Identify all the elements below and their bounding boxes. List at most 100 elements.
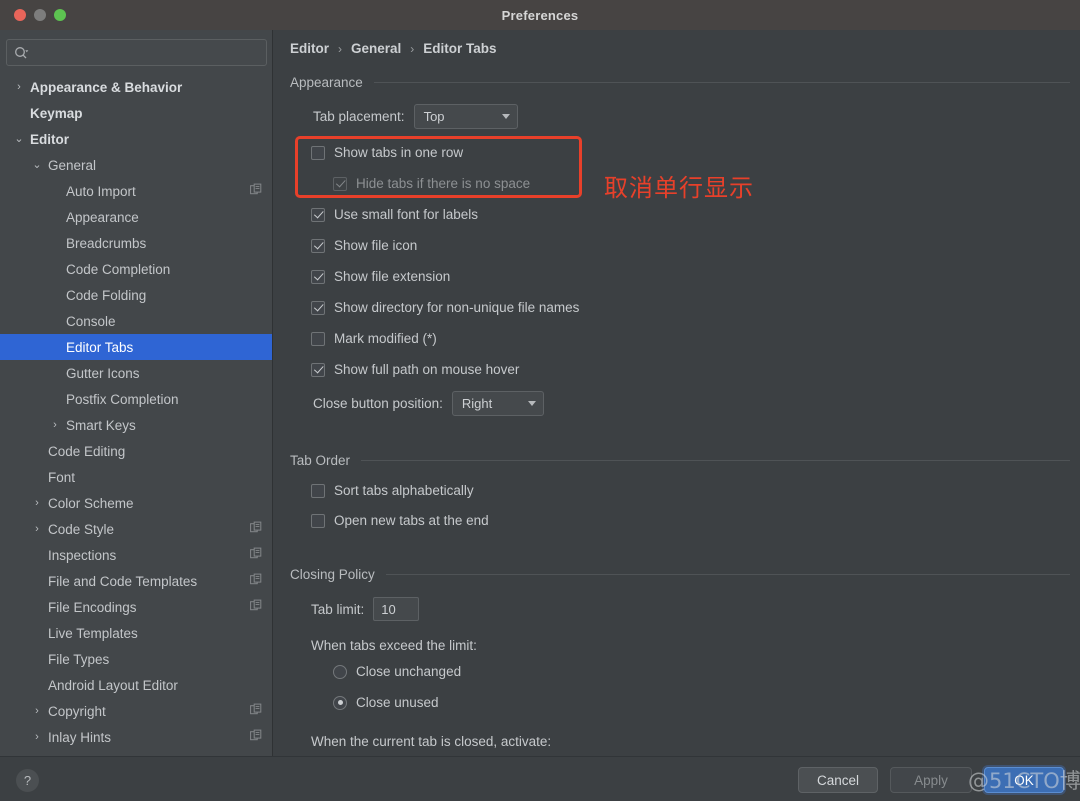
chevron-right-icon: › xyxy=(410,41,415,56)
sidebar-item-android-layout-editor[interactable]: Android Layout Editor xyxy=(0,672,273,698)
sidebar-item-copyright[interactable]: › Copyright xyxy=(0,698,273,724)
section-rule xyxy=(385,574,1070,575)
sidebar-item-inlay-hints[interactable]: › Inlay Hints xyxy=(0,724,273,750)
sidebar-item-code-editing[interactable]: Code Editing xyxy=(0,438,273,464)
section-rule xyxy=(361,460,1070,461)
checkbox-row-show-file-extension[interactable]: Show file extension xyxy=(311,269,450,284)
chevron-down-icon[interactable]: ⌄ xyxy=(30,159,44,171)
sidebar-item-gutter-icons[interactable]: Gutter Icons xyxy=(0,360,273,386)
checkbox-use-small-font-for-labels[interactable] xyxy=(311,207,325,222)
tab-placement-select[interactable]: Top xyxy=(413,104,518,129)
breadcrumb-item-editor[interactable]: Editor xyxy=(290,41,329,56)
checkbox-sort-tabs-alphabetically[interactable] xyxy=(311,483,325,498)
checkbox-row-show-directory-non-unique[interactable]: Show directory for non-unique file names xyxy=(311,300,579,315)
checkbox-row-show-tabs-in-one-row[interactable]: Show tabs in one row xyxy=(311,145,463,160)
chevron-right-icon: › xyxy=(338,41,342,56)
sidebar-item-label: Copyright xyxy=(48,703,106,719)
sidebar-item-label: File Encodings xyxy=(48,599,137,615)
search-input[interactable] xyxy=(34,45,259,60)
sidebar-item-file-encodings[interactable]: File Encodings xyxy=(0,594,273,620)
chevron-down-icon[interactable]: ⌄ xyxy=(12,133,26,145)
chevron-right-icon[interactable]: › xyxy=(30,705,44,717)
sidebar-item-editor-tabs[interactable]: Editor Tabs xyxy=(0,334,273,360)
chevron-right-icon[interactable]: › xyxy=(30,497,44,509)
sidebar-item-code-completion[interactable]: Code Completion xyxy=(0,256,273,282)
zoom-button[interactable] xyxy=(54,9,66,21)
checkbox-show-directory-for-non-unique-file-names[interactable] xyxy=(311,300,325,315)
checkbox-label: Show file icon xyxy=(334,238,418,253)
chevron-right-icon[interactable]: › xyxy=(48,419,62,431)
tab-limit-label: Tab limit: xyxy=(311,601,365,617)
sidebar-item-appearance[interactable]: Appearance xyxy=(0,204,273,230)
when-current-tab-closed-label-row: When the current tab is closed, activate… xyxy=(311,734,551,749)
sidebar-item-label: Android Layout Editor xyxy=(48,677,178,693)
sidebar-item-file-types[interactable]: File Types xyxy=(0,646,273,672)
checkbox-row-show-file-icon[interactable]: Show file icon xyxy=(311,238,417,253)
sidebar-item-live-templates[interactable]: Live Templates xyxy=(0,620,273,646)
sidebar-item-code-folding[interactable]: Code Folding xyxy=(0,282,273,308)
radio-close-unchanged[interactable] xyxy=(333,664,347,679)
sidebar-item-smart-keys[interactable]: › Smart Keys xyxy=(0,412,273,438)
ok-button[interactable]: OK xyxy=(984,767,1064,793)
radio-row-close-unused[interactable]: Close unused xyxy=(333,695,439,710)
sidebar-item-label: Editor Tabs xyxy=(66,339,134,355)
sidebar-item-keymap[interactable]: Keymap xyxy=(0,100,273,126)
sidebar-item-label: Code Folding xyxy=(66,287,147,303)
breadcrumb-item-general[interactable]: General xyxy=(351,41,401,56)
sidebar-item-appearance-behavior[interactable]: › Appearance & Behavior xyxy=(0,74,273,100)
sidebar-item-label: Live Templates xyxy=(48,625,138,641)
sidebar-item-label: Inlay Hints xyxy=(48,729,112,745)
checkbox-show-full-path-on-mouse-hover[interactable] xyxy=(311,362,325,377)
sidebar-item-breadcrumbs[interactable]: Breadcrumbs xyxy=(0,230,273,256)
sidebar-item-font[interactable]: Font xyxy=(0,464,273,490)
settings-sidebar[interactable]: › Appearance & Behavior Keymap ⌄ Editor ⌄ Gene… xyxy=(0,30,273,756)
sidebar-item-file-and-code-templates[interactable]: File and Code Templates xyxy=(0,568,273,594)
checkbox-label: Show full path on mouse hover xyxy=(334,362,520,377)
settings-tree[interactable]: › Appearance & Behavior Keymap ⌄ Editor ⌄ Gene… xyxy=(0,74,273,750)
sidebar-item-color-scheme[interactable]: › Color Scheme xyxy=(0,490,273,516)
close-button-position-select[interactable]: Right xyxy=(451,391,544,416)
sidebar-item-label: Color Scheme xyxy=(48,495,134,511)
checkbox-row-sort-tabs-alphabetically[interactable]: Sort tabs alphabetically xyxy=(311,483,474,498)
chevron-right-icon[interactable]: › xyxy=(30,523,44,535)
sidebar-item-label: Breadcrumbs xyxy=(66,235,147,251)
checkbox-show-file-icon[interactable] xyxy=(311,238,325,253)
tab-limit-input[interactable]: 10 xyxy=(373,597,420,621)
sidebar-item-label: Code Editing xyxy=(48,443,126,459)
sidebar-item-editor[interactable]: ⌄ Editor xyxy=(0,126,273,152)
radio-close-unused[interactable] xyxy=(333,695,347,710)
checkbox-row-show-full-path-on-hover[interactable]: Show full path on mouse hover xyxy=(311,362,519,377)
close-button[interactable] xyxy=(14,9,26,21)
checkbox-show-file-extension[interactable] xyxy=(311,269,325,284)
sidebar-item-code-style[interactable]: › Code Style xyxy=(0,516,273,542)
tab-placement-value: Top xyxy=(423,109,445,124)
sidebar-item-inspections[interactable]: Inspections xyxy=(0,542,273,568)
sidebar-item-general[interactable]: ⌄ General xyxy=(0,152,273,178)
section-tab-order-title: Tab Order xyxy=(290,453,351,468)
checkbox-row-use-small-font[interactable]: Use small font for labels xyxy=(311,207,478,222)
sidebar-item-auto-import[interactable]: Auto Import xyxy=(0,178,273,204)
sidebar-item-label: Smart Keys xyxy=(66,417,136,433)
cancel-button[interactable]: Cancel xyxy=(798,767,878,793)
chevron-right-icon[interactable]: › xyxy=(30,731,44,743)
minimize-button[interactable] xyxy=(34,9,46,21)
chevron-right-icon[interactable]: › xyxy=(12,81,26,93)
sidebar-item-label: General xyxy=(48,157,97,173)
apply-button[interactable]: Apply xyxy=(890,767,972,793)
checkbox-mark-modified[interactable] xyxy=(311,331,325,346)
checkbox-label: Open new tabs at the end xyxy=(334,513,489,528)
search-area xyxy=(0,30,273,66)
checkbox-open-new-tabs-at-the-end[interactable] xyxy=(311,513,325,528)
annotation-label: 取消单行显示 xyxy=(604,174,754,202)
checkbox-row-open-new-tabs-at-end[interactable]: Open new tabs at the end xyxy=(311,513,489,528)
checkbox-show-tabs-in-one-row[interactable] xyxy=(311,145,325,160)
tab-limit-row: Tab limit: 10 xyxy=(311,597,420,621)
radio-row-close-unchanged[interactable]: Close unchanged xyxy=(333,664,461,679)
sidebar-item-label: Auto Import xyxy=(66,183,136,199)
sidebar-item-postfix-completion[interactable]: Postfix Completion xyxy=(0,386,273,412)
help-icon[interactable]: ? xyxy=(16,769,39,792)
checkbox-row-mark-modified[interactable]: Mark modified (*) xyxy=(311,331,437,346)
sidebar-item-console[interactable]: Console xyxy=(0,308,273,334)
section-closing-policy-title: Closing Policy xyxy=(290,567,375,582)
search-box[interactable] xyxy=(6,39,267,66)
